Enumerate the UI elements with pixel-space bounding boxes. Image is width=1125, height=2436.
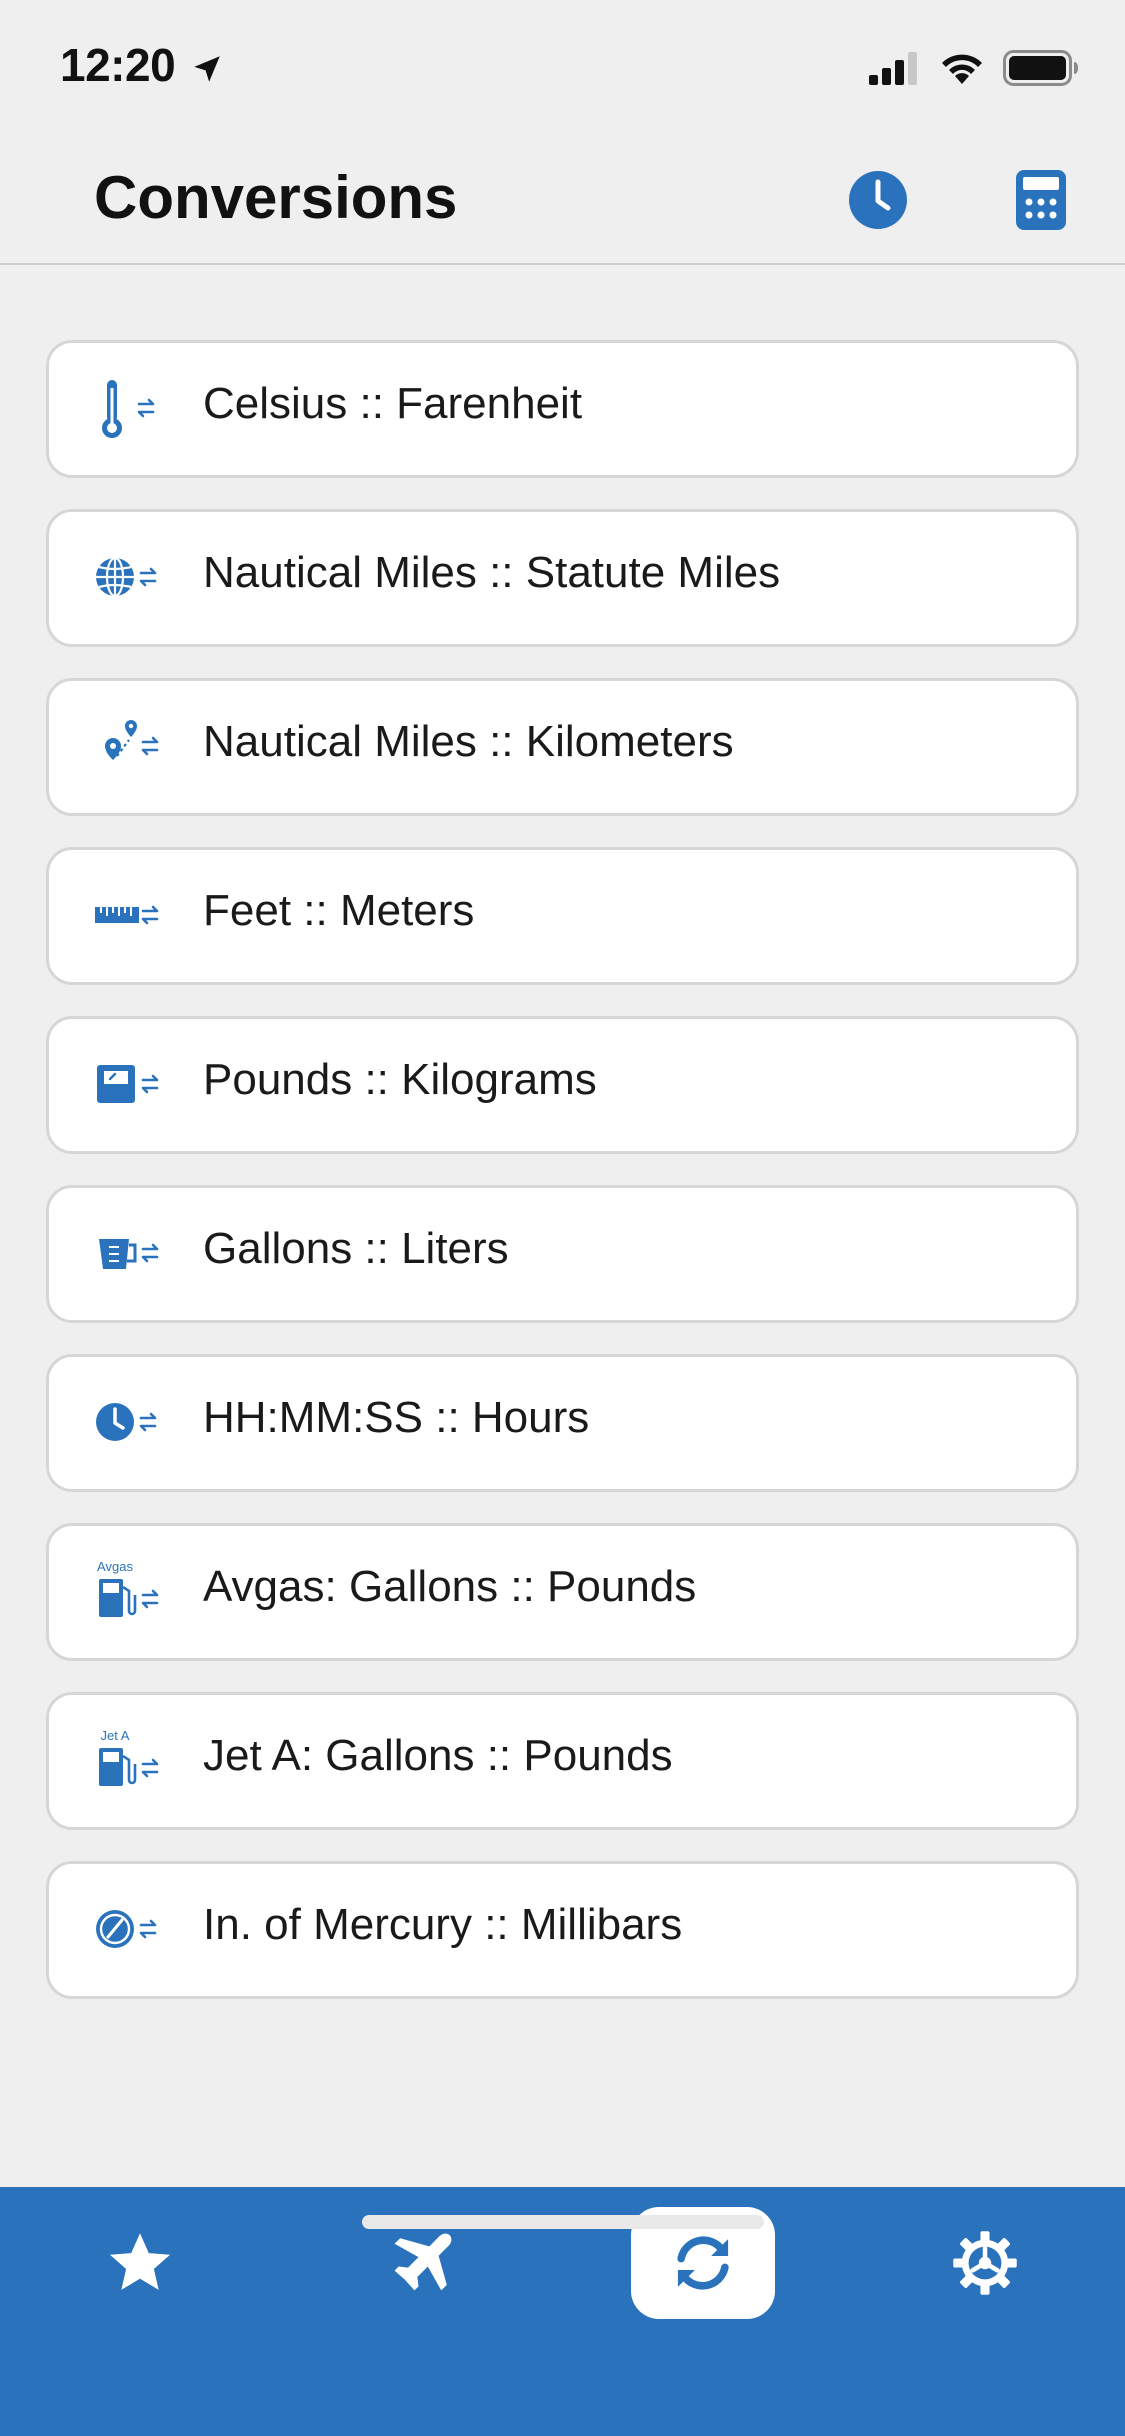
calculator-button[interactable] bbox=[1008, 167, 1074, 233]
conversion-list: Celsius :: Farenheit Nautical Miles :: S… bbox=[46, 340, 1079, 2030]
conversion-mercury-millibars[interactable]: In. of Mercury :: Millibars bbox=[46, 1861, 1079, 1999]
wifi-icon bbox=[942, 54, 982, 84]
conversion-celsius-farenheit[interactable]: Celsius :: Farenheit bbox=[46, 340, 1079, 478]
conversion-hhmmss-hours[interactable]: HH:MM:SS :: Hours bbox=[46, 1354, 1079, 1492]
header: Conversions bbox=[0, 135, 1125, 265]
conversion-jeta-gallons-pounds[interactable]: Jet A Jet A: Gallons :: Pounds bbox=[46, 1692, 1079, 1830]
history-button[interactable] bbox=[845, 167, 911, 233]
conversion-label: Jet A: Gallons :: Pounds bbox=[203, 1731, 673, 1780]
fuel-badge: Jet A bbox=[101, 1730, 130, 1743]
barometer-swap-icon bbox=[96, 1910, 157, 1948]
route-pins-swap-icon bbox=[105, 720, 159, 760]
fuel-pump-swap-icon: Avgas bbox=[97, 1561, 159, 1617]
conversion-label: In. of Mercury :: Millibars bbox=[203, 1900, 683, 1949]
conversion-feet-meters[interactable]: Feet :: Meters bbox=[46, 847, 1079, 985]
status-bar: 12:20 bbox=[0, 0, 1125, 135]
conversion-nautical-kilometers[interactable]: Nautical Miles :: Kilometers bbox=[46, 678, 1079, 816]
conversion-gallons-liters[interactable]: Gallons :: Liters bbox=[46, 1185, 1079, 1323]
gear-icon bbox=[953, 2231, 1017, 2295]
conversion-label: Celsius :: Farenheit bbox=[203, 379, 583, 428]
conversion-label: Avgas: Gallons :: Pounds bbox=[203, 1562, 697, 1611]
globe-swap-icon bbox=[96, 556, 157, 598]
status-time: 12:20 bbox=[60, 39, 176, 91]
conversion-label: Nautical Miles :: Kilometers bbox=[203, 717, 734, 766]
thermometer-swap-icon bbox=[102, 380, 155, 438]
measuring-cup-swap-icon bbox=[99, 1239, 159, 1269]
battery-icon bbox=[1003, 50, 1078, 86]
calculator-icon bbox=[1016, 170, 1066, 230]
refresh-icon bbox=[677, 2236, 729, 2290]
conversion-avgas-gallons-pounds[interactable]: Avgas Avgas: Gallons :: Pounds bbox=[46, 1523, 1079, 1661]
clock-swap-icon bbox=[96, 1403, 157, 1441]
page-title: Conversions bbox=[94, 164, 458, 231]
tab-favorites[interactable] bbox=[68, 2207, 212, 2319]
conversion-label: Nautical Miles :: Statute Miles bbox=[203, 548, 781, 597]
airplane-icon bbox=[394, 2233, 452, 2291]
scale-swap-icon bbox=[97, 1065, 159, 1103]
home-indicator bbox=[362, 2215, 764, 2229]
tab-bar bbox=[0, 2187, 1125, 2436]
conversion-label: Feet :: Meters bbox=[203, 886, 475, 935]
conversion-pounds-kilograms[interactable]: Pounds :: Kilograms bbox=[46, 1016, 1079, 1154]
fuel-badge: Avgas bbox=[97, 1561, 133, 1574]
ruler-swap-icon bbox=[95, 905, 159, 925]
conversion-label: HH:MM:SS :: Hours bbox=[203, 1393, 590, 1442]
clock-icon bbox=[849, 171, 907, 229]
conversion-label: Pounds :: Kilograms bbox=[203, 1055, 597, 1104]
location-arrow-icon bbox=[194, 56, 220, 82]
cellular-signal-icon bbox=[869, 52, 917, 85]
tab-settings[interactable] bbox=[913, 2207, 1057, 2319]
conversion-label: Gallons :: Liters bbox=[203, 1224, 509, 1273]
fuel-pump-swap-icon: Jet A bbox=[99, 1730, 159, 1786]
conversion-nautical-statute[interactable]: Nautical Miles :: Statute Miles bbox=[46, 509, 1079, 647]
star-icon bbox=[109, 2233, 171, 2290]
